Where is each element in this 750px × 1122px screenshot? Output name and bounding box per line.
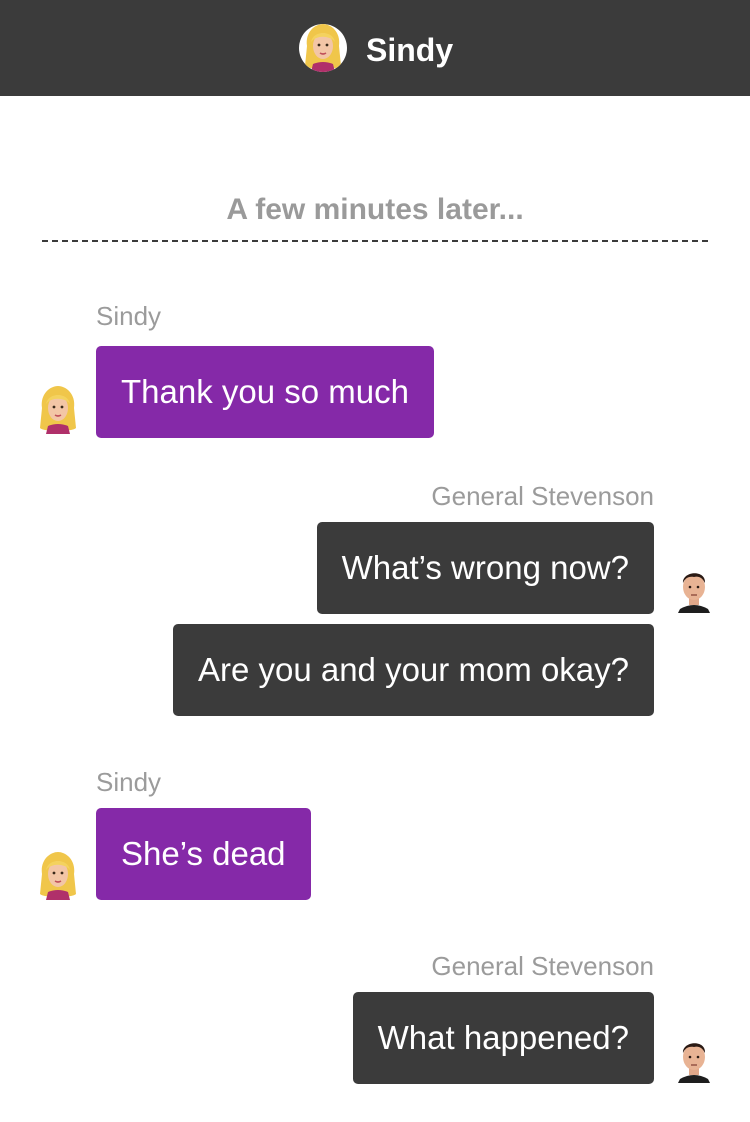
contact-avatar[interactable] <box>299 24 347 72</box>
sender-name: Sindy <box>96 301 162 331</box>
blonde-woman-avatar-icon <box>304 24 342 72</box>
time-divider-line <box>42 240 708 242</box>
message-bubble[interactable]: What’s wrong now? <box>316 522 654 614</box>
dark-haired-man-avatar-icon <box>677 572 711 613</box>
message-bubble[interactable]: Are you and your mom okay? <box>172 624 654 716</box>
sender-name: General Stevenson <box>431 951 654 981</box>
message-bubble[interactable]: Thank you so much <box>96 346 434 438</box>
sender-avatar <box>672 565 716 613</box>
contact-name[interactable]: Sindy <box>366 30 453 70</box>
blonde-woman-avatar-icon <box>39 386 77 434</box>
sender-avatar <box>36 852 80 900</box>
time-divider-label: A few minutes later... <box>226 193 524 226</box>
sender-name: Sindy <box>96 767 162 797</box>
sender-name: General Stevenson <box>431 481 654 511</box>
message-bubble[interactable]: She’s dead <box>96 808 311 900</box>
blonde-woman-avatar-icon <box>39 852 77 900</box>
dark-haired-man-avatar-icon <box>677 1042 711 1083</box>
message-bubble[interactable]: What happened? <box>352 992 654 1084</box>
chat-header: Sindy <box>0 0 750 96</box>
sender-avatar <box>36 386 80 434</box>
sender-avatar <box>672 1035 716 1083</box>
